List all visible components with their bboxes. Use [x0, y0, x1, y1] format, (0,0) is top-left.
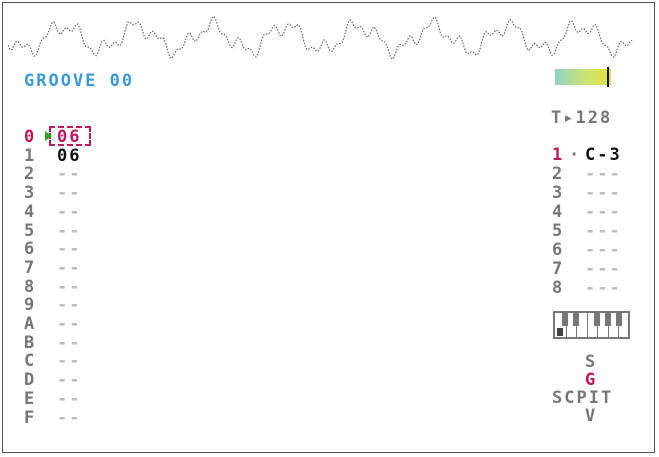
- instrument-row-number: 7: [552, 259, 565, 279]
- play-position-icon: [45, 131, 52, 141]
- groove-step-value[interactable]: --: [57, 371, 81, 390]
- groove-row-number: 1: [24, 145, 37, 166]
- instrument-note[interactable]: ---: [585, 260, 622, 279]
- instrument-note[interactable]: ---: [585, 241, 622, 260]
- keyboard-black-key: [594, 313, 600, 326]
- instrument-row-number: 5: [552, 221, 565, 241]
- groove-row-number: 8: [24, 276, 37, 297]
- instrument-note[interactable]: ---: [585, 222, 622, 241]
- groove-step-value[interactable]: --: [57, 240, 81, 259]
- groove-step-value[interactable]: --: [57, 184, 81, 203]
- keyboard-white-key-divider: [586, 313, 588, 337]
- instrument-row-number: 6: [552, 240, 565, 260]
- groove-step-value[interactable]: --: [57, 296, 81, 315]
- groove-row-number: A: [24, 314, 37, 334]
- groove-step-value[interactable]: --: [57, 315, 81, 334]
- instrument-row-number: 2: [552, 164, 565, 184]
- groove-row-number: 5: [24, 220, 37, 241]
- instrument-note[interactable]: C-3: [585, 146, 622, 165]
- instrument-row-number: 1: [552, 145, 565, 165]
- groove-row-number: C: [24, 351, 37, 372]
- groove-row-number: B: [24, 332, 37, 353]
- groove-row-number: 6: [24, 239, 37, 260]
- level-meter-peak: [607, 67, 609, 87]
- groove-step-value[interactable]: --: [57, 165, 81, 184]
- groove-step-value[interactable]: --: [57, 277, 81, 297]
- groove-step-value[interactable]: --: [57, 258, 81, 278]
- keyboard-black-key: [573, 313, 579, 326]
- level-meter: [555, 69, 611, 85]
- keyboard-icon: [553, 311, 630, 339]
- groove-step-value[interactable]: 06: [57, 146, 81, 166]
- groove-row-number: 7: [24, 257, 37, 278]
- groove-row-number: E: [24, 388, 37, 409]
- keyboard-black-key: [562, 313, 568, 326]
- groove-row-number: F: [24, 407, 37, 428]
- groove-row-number: 4: [24, 201, 37, 222]
- waveform-display: [8, 15, 633, 61]
- keyboard-black-key: [616, 313, 622, 326]
- tempo-readout[interactable]: T▸128: [551, 109, 612, 128]
- screen-nav-down[interactable]: V: [585, 407, 597, 426]
- edit-cursor: [49, 126, 91, 146]
- instrument-row-number: 4: [552, 202, 565, 222]
- instrument-row-separator: ·: [569, 145, 582, 165]
- instrument-note[interactable]: ---: [585, 165, 622, 184]
- instrument-row-number: 3: [552, 183, 565, 203]
- groove-row-number: 2: [24, 164, 37, 185]
- groove-row-number: D: [24, 370, 37, 391]
- groove-step-value[interactable]: --: [57, 333, 81, 353]
- screen-nav-row[interactable]: SCPIT: [552, 389, 613, 408]
- groove-row-number: 0: [24, 127, 37, 147]
- instrument-note[interactable]: ---: [585, 203, 622, 222]
- groove-row-number: 3: [24, 183, 37, 204]
- groove-step-value[interactable]: --: [57, 389, 81, 409]
- instrument-note[interactable]: ---: [585, 279, 622, 298]
- groove-step-value[interactable]: --: [57, 221, 81, 241]
- groove-step-value[interactable]: --: [57, 408, 81, 428]
- selected-octave-key: [557, 328, 563, 336]
- instrument-note[interactable]: ---: [585, 184, 622, 203]
- keyboard-black-key: [605, 313, 611, 326]
- groove-step-value[interactable]: --: [57, 202, 81, 222]
- groove-step-value[interactable]: --: [57, 352, 81, 371]
- page-title: GROOVE 00: [24, 71, 135, 91]
- groove-row-number: 9: [24, 295, 37, 316]
- instrument-row-number: 8: [552, 278, 565, 298]
